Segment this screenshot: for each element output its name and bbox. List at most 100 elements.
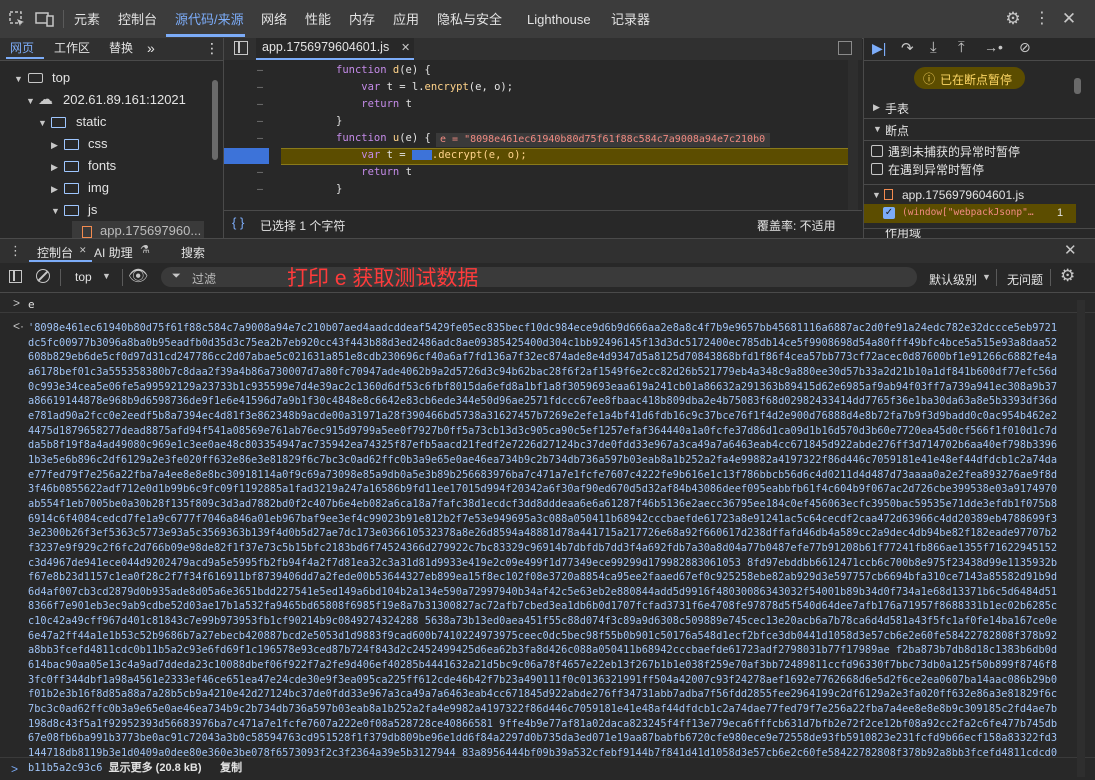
nav-tab-underline: [6, 57, 44, 59]
annotation-text: 打印 e 获取测试数据: [287, 267, 479, 290]
toolbar-divider: [1050, 269, 1051, 286]
console-scrollbar[interactable]: [1077, 300, 1085, 777]
pretty-print-icon[interactable]: { }: [232, 215, 244, 230]
collapse-triangle-icon: ▶: [51, 162, 58, 172]
step-over-icon[interactable]: ↷: [901, 39, 914, 57]
folder-icon: [51, 117, 66, 128]
console-prompt-icon[interactable]: >: [11, 762, 18, 776]
drawer-menu-icon[interactable]: ⋮: [9, 243, 22, 259]
drawer-tab-ai[interactable]: AI 助理: [94, 244, 133, 261]
info-icon: ⓘ: [923, 72, 936, 86]
tab-recorder[interactable]: 记录器: [611, 0, 650, 38]
tab-memory[interactable]: 内存: [349, 0, 375, 38]
deactivate-breakpoints-icon[interactable]: ⊘: [1019, 39, 1031, 56]
pause-caught-label: 在遇到异常时暂停: [888, 163, 985, 177]
nav-tab-workspace[interactable]: 工作区: [54, 38, 90, 60]
breakpoint-entry[interactable]: ✓ (window["webpackJsonp"… 1: [864, 204, 1076, 223]
drawer-tab-console[interactable]: 控制台: [37, 244, 73, 261]
toggle-navigator-icon[interactable]: [234, 41, 248, 55]
more-options-icon[interactable]: ⋮: [1033, 10, 1051, 28]
tab-console[interactable]: 控制台: [118, 0, 157, 38]
breakpoint-line-marker[interactable]: [224, 148, 269, 164]
step-icon[interactable]: →•: [984, 39, 1003, 55]
log-level-selector[interactable]: 默认级别 ▼: [926, 268, 1006, 288]
paused-banner: ⓘ 已在断点暂停: [914, 67, 1025, 89]
watch-section[interactable]: ▶ 手表: [864, 96, 1095, 119]
tree-item-host[interactable]: ▼ ☁ 202.61.89.161:12021: [26, 89, 186, 111]
resume-icon[interactable]: ▶|: [872, 40, 886, 57]
expand-triangle-icon: ▼: [38, 118, 47, 128]
close-console-tab-icon[interactable]: ✕: [79, 245, 87, 256]
expand-triangle-icon: ▼: [14, 74, 23, 84]
tab-performance[interactable]: 性能: [305, 0, 331, 38]
clear-console-icon[interactable]: [36, 269, 50, 283]
settings-gear-icon[interactable]: ⚙: [1004, 10, 1022, 28]
frame-icon: [28, 73, 43, 83]
result-string: '8098e461ec61940b80d75f61f88c584c7a9008a…: [28, 322, 1058, 774]
tree-item-static[interactable]: ▼ static: [38, 111, 106, 133]
tab-application[interactable]: 应用: [393, 0, 419, 38]
console-toolbar: top ▼ 👁 ⏷ 过滤 默认级别 ▼ 无问题 ⚙ 打印 e 获取测试数据: [0, 263, 1095, 293]
tree-item-top[interactable]: ▼ top: [14, 67, 70, 89]
tree-item-css[interactable]: ▶ css: [51, 133, 108, 155]
tree-item-img[interactable]: ▶ img: [51, 177, 109, 199]
tree-item-fonts[interactable]: ▶ fonts: [51, 155, 116, 177]
inline-value-tooltip: e = "8098e461ec61940b80d75f61f88c584c7a9…: [436, 133, 770, 147]
tab-elements[interactable]: 元素: [74, 0, 100, 38]
show-more-button[interactable]: 显示更多 (20.8 kB): [109, 762, 202, 774]
editor-file-tab[interactable]: app.1756979604601.js ✕: [256, 38, 414, 60]
pause-caught-checkbox[interactable]: [871, 163, 883, 175]
code-line: var t = l.encrypt(e, o);: [361, 81, 514, 93]
copy-button[interactable]: 复制: [220, 762, 242, 774]
tree-item-app-js[interactable]: app.175697960...: [72, 221, 204, 239]
inspect-element-icon[interactable]: [8, 10, 26, 28]
issues-counter[interactable]: 无问题: [1007, 271, 1043, 288]
cloud-icon: ☁: [38, 91, 53, 108]
tree-label: css: [88, 136, 108, 151]
nav-more-options-icon[interactable]: ⋮: [205, 38, 219, 60]
breakpoint-file-row[interactable]: ▼ app.1756979604601.js: [864, 184, 1095, 205]
breakpoints-section[interactable]: ▼ 断点: [864, 118, 1095, 141]
breakpoint-code: (window["webpackJsonp"…: [902, 207, 1034, 218]
tab-network[interactable]: 网络: [261, 0, 287, 38]
context-selector[interactable]: top ▼: [70, 267, 118, 287]
tab-lighthouse[interactable]: Lighthouse: [527, 0, 591, 38]
code-lines: function d(e) { var t = l.encrypt(e, o);…: [336, 62, 527, 198]
tree-item-js[interactable]: ▼ js: [51, 199, 97, 221]
entry-divider: [0, 312, 1095, 313]
filter-input[interactable]: ⏷ 过滤: [161, 267, 917, 287]
code-line: }: [336, 115, 343, 127]
tree-label: js: [88, 202, 98, 217]
coverage-status: 覆盖率: 不适用: [757, 219, 836, 233]
tree-label: img: [88, 180, 109, 195]
more-tabs-chevron-icon[interactable]: »: [147, 38, 155, 60]
log-level-label: 默认级别: [929, 273, 978, 287]
step-out-icon[interactable]: ⤒: [958, 39, 965, 56]
tab-privacy-security[interactable]: 隐私与安全: [437, 0, 502, 38]
toggle-debugger-icon[interactable]: [838, 41, 852, 55]
breakpoint-checkbox[interactable]: ✓: [883, 207, 895, 219]
step-into-icon[interactable]: ⤓: [930, 39, 937, 56]
debugger-scrollbar[interactable]: [1074, 78, 1081, 94]
collapse-triangle-icon: ▶: [51, 184, 58, 194]
console-settings-gear-icon[interactable]: ⚙: [1060, 266, 1075, 286]
close-drawer-icon[interactable]: ✕: [1064, 241, 1077, 259]
close-tab-icon[interactable]: ✕: [401, 41, 410, 54]
folder-icon: [64, 183, 79, 194]
device-toolbar-icon[interactable]: [35, 10, 54, 28]
sidebar-toggle-icon[interactable]: [9, 270, 22, 283]
close-devtools-icon[interactable]: ✕: [1060, 10, 1078, 28]
editor-scrollbar[interactable]: [848, 60, 858, 210]
nav-scrollbar[interactable]: [212, 80, 218, 160]
drawer-tab-search[interactable]: 搜索: [181, 244, 205, 261]
pause-uncaught-checkbox[interactable]: [871, 145, 883, 157]
tab-sources[interactable]: 源代码/来源: [175, 0, 244, 38]
eye-icon[interactable]: 👁: [128, 266, 148, 286]
expand-triangle-icon: ▼: [873, 124, 882, 134]
nav-tab-overrides[interactable]: 替换: [109, 38, 133, 60]
toolbar-divider: [60, 269, 61, 286]
tree-label: 202.61.89.161:12021: [63, 92, 186, 107]
collapse-triangle-icon: ▶: [873, 102, 880, 112]
gutter-markers: – – – – – – – –: [257, 65, 264, 195]
code-editor[interactable]: – – – – – – – – function d(e) { var t = …: [224, 60, 862, 210]
